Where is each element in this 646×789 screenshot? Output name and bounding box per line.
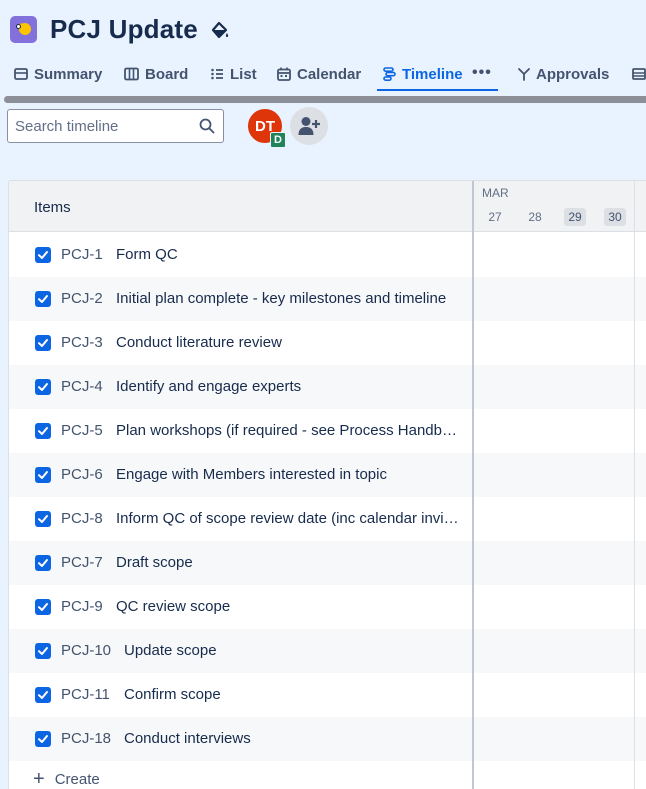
tab-calendar[interactable]: Calendar — [277, 60, 361, 88]
tab-overflow[interactable] — [632, 60, 646, 88]
bird-eye — [16, 24, 21, 29]
search-input[interactable] — [15, 116, 195, 136]
item-key[interactable]: PCJ-6 — [61, 466, 103, 483]
list-item[interactable]: PCJ-7 Draft scope — [9, 541, 646, 585]
item-key[interactable]: PCJ-18 — [61, 730, 111, 747]
done-checkbox-icon — [35, 643, 51, 659]
active-tab-indicator — [377, 89, 498, 91]
summary-icon — [14, 68, 28, 80]
tab-label: Timeline — [402, 65, 463, 83]
tab-label: List — [230, 65, 257, 83]
item-summary[interactable]: Initial plan complete - key milestones a… — [116, 290, 446, 307]
project-icon[interactable] — [10, 16, 37, 43]
search-timeline-field[interactable] — [7, 109, 224, 143]
timeline-header: Items MAR 27 28 29 30 — [9, 181, 646, 232]
item-key[interactable]: PCJ-3 — [61, 334, 103, 351]
plus-icon: + — [33, 768, 45, 789]
list-item[interactable]: PCJ-3 Conduct literature review — [9, 321, 646, 365]
approvals-icon — [518, 67, 530, 81]
project-tabs: Summary Board List Calendar Timeline •••… — [0, 60, 646, 92]
done-checkbox-icon — [35, 291, 51, 307]
item-key[interactable]: PCJ-10 — [61, 642, 111, 659]
item-summary[interactable]: Conduct interviews — [124, 730, 251, 747]
more-tabs-icon[interactable]: ••• — [472, 64, 492, 82]
calendar-icon — [277, 67, 291, 81]
list-item[interactable]: PCJ-6 Engage with Members interested in t… — [9, 453, 646, 497]
done-checkbox-icon — [35, 247, 51, 263]
tab-label: Calendar — [297, 65, 362, 83]
list-item[interactable]: PCJ-4 Identify and engage experts — [9, 365, 646, 409]
avatar-badge: D — [270, 132, 286, 148]
day-label-weekend: 29 — [564, 208, 586, 226]
item-key[interactable]: PCJ-8 — [61, 510, 103, 527]
done-checkbox-icon — [35, 599, 51, 615]
list-item[interactable]: PCJ-11 Confirm scope — [9, 673, 646, 717]
list-item[interactable]: PCJ-2 Initial plan complete - key milesto… — [9, 277, 646, 321]
search-icon[interactable] — [199, 118, 215, 134]
done-checkbox-icon — [35, 423, 51, 439]
item-key[interactable]: PCJ-7 — [61, 554, 103, 571]
list-item[interactable]: PCJ-18 Conduct interviews — [9, 717, 646, 761]
item-key[interactable]: PCJ-2 — [61, 290, 103, 307]
item-key[interactable]: PCJ-9 — [61, 598, 103, 615]
item-summary[interactable]: Identify and engage experts — [116, 378, 301, 395]
list-icon — [211, 68, 223, 80]
page-title[interactable]: PCJ Update — [50, 14, 198, 45]
horizontal-scrollbar[interactable] — [4, 96, 646, 103]
item-summary[interactable]: Update scope — [124, 642, 217, 659]
column-resize-handle[interactable] — [472, 181, 474, 789]
item-summary[interactable]: Engage with Members interested in topic — [116, 466, 387, 483]
list-item[interactable]: PCJ-1 Form QC — [9, 233, 646, 277]
done-checkbox-icon — [35, 555, 51, 571]
create-item-button[interactable]: + Create — [33, 768, 100, 789]
tab-timeline[interactable]: Timeline — [383, 60, 463, 88]
tab-label: Summary — [34, 65, 103, 83]
done-checkbox-icon — [35, 467, 51, 483]
list-item[interactable]: PCJ-10 Update scope — [9, 629, 646, 673]
tab-board[interactable]: Board — [124, 60, 188, 88]
list-item[interactable]: PCJ-5 Plan workshops (if required - see P… — [9, 409, 646, 453]
tab-label: Approvals — [536, 65, 610, 83]
header: PCJ Update — [0, 0, 646, 60]
item-key[interactable]: PCJ-11 — [61, 686, 110, 703]
item-key[interactable]: PCJ-4 — [61, 378, 103, 395]
item-summary[interactable]: QC review scope — [116, 598, 230, 615]
week-divider — [634, 181, 635, 789]
item-key[interactable]: PCJ-5 — [61, 422, 103, 439]
item-summary[interactable]: Form QC — [116, 246, 178, 263]
day-label-weekend: 30 — [604, 208, 626, 226]
paint-bucket-icon[interactable] — [210, 20, 230, 42]
item-key[interactable]: PCJ-1 — [61, 246, 103, 263]
add-people-button[interactable] — [290, 107, 328, 145]
tab-list[interactable]: List — [211, 60, 257, 88]
timeline-icon — [383, 67, 396, 81]
board-icon — [124, 67, 139, 81]
table-icon — [632, 68, 646, 80]
done-checkbox-icon — [35, 335, 51, 351]
create-label: Create — [54, 771, 100, 788]
item-summary[interactable]: Draft scope — [116, 554, 193, 571]
item-summary[interactable]: Plan workshops (if required - see Proces… — [116, 422, 460, 439]
done-checkbox-icon — [35, 511, 51, 527]
items-column-header: Items — [34, 199, 71, 216]
month-label: MAR — [482, 186, 509, 200]
timeline-grid: Items MAR 27 28 29 30 PCJ-1 Form QC PCJ-2 I… — [8, 180, 646, 789]
tab-summary[interactable]: Summary — [14, 60, 102, 88]
list-item[interactable]: PCJ-9 QC review scope — [9, 585, 646, 629]
add-person-icon — [298, 117, 320, 135]
item-summary[interactable]: Confirm scope — [124, 686, 221, 703]
item-summary[interactable]: Inform QC of scope review date (inc cale… — [116, 510, 460, 527]
day-label: 28 — [528, 210, 542, 224]
tab-label: Board — [145, 65, 189, 83]
list-item[interactable]: PCJ-8 Inform QC of scope review date (inc… — [9, 497, 646, 541]
done-checkbox-icon — [35, 379, 51, 395]
done-checkbox-icon — [35, 687, 51, 703]
tab-approvals[interactable]: Approvals — [518, 60, 609, 88]
item-summary[interactable]: Conduct literature review — [116, 334, 282, 351]
day-label: 27 — [488, 210, 502, 224]
done-checkbox-icon — [35, 731, 51, 747]
